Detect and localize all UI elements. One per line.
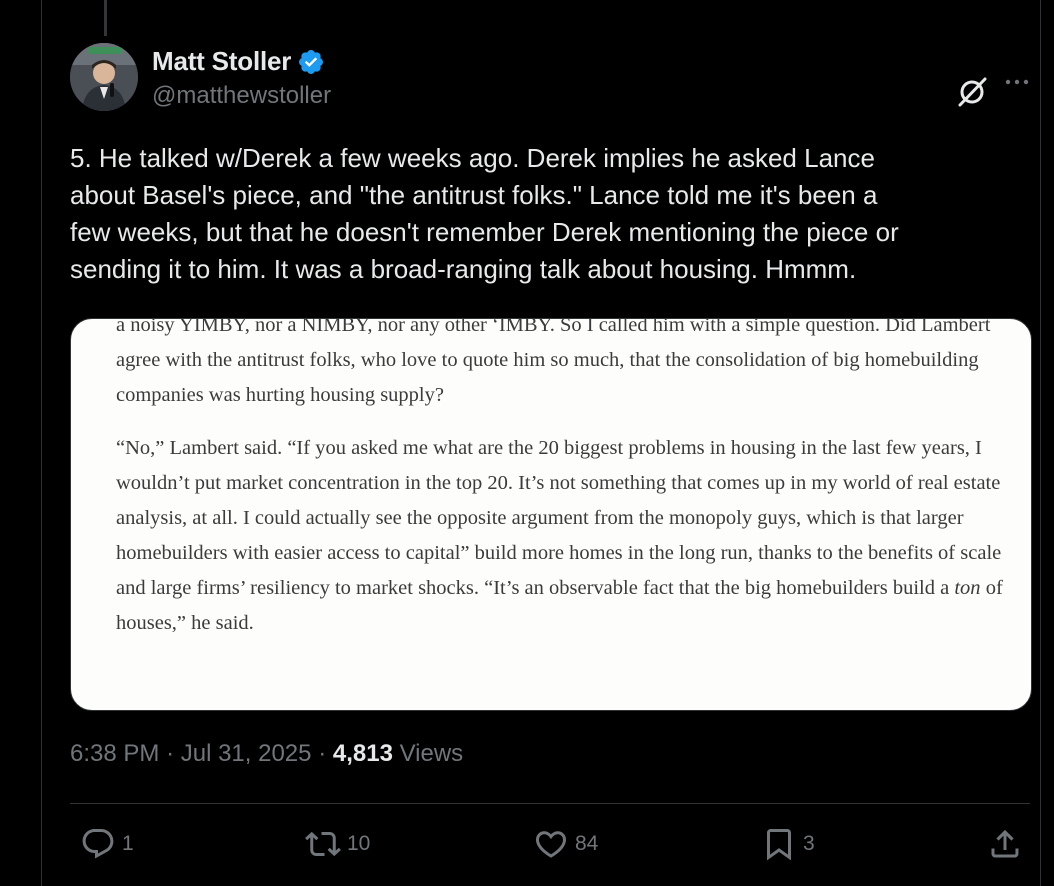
tweet-media-image[interactable]: a noisy YIMBY, nor a NIMBY, nor any othe… [70,318,1032,711]
share-icon [991,829,1019,858]
media-paragraph-2-italic: ton [954,577,981,599]
author-handle[interactable]: @matthewstoller [152,82,331,110]
bookmark-count: 3 [803,832,815,855]
repost-count: 10 [347,832,371,855]
reply-count: 1 [122,832,134,855]
like-button[interactable]: 84 [533,826,598,862]
author-avatar[interactable] [70,43,138,111]
author-display-name[interactable]: Matt Stoller [152,46,291,77]
views-label: Views [399,740,464,767]
avatar-photo [70,43,138,111]
verified-badge-icon[interactable] [297,48,325,76]
repost-icon [305,831,341,857]
grok-icon[interactable] [955,75,989,109]
bookmark-button[interactable]: 3 [761,826,815,862]
tweet-meta: 6:38 PM · Jul 31, 2025 · 4,813 Views [70,740,463,768]
reply-button[interactable]: 1 [80,826,134,862]
media-paragraph-2: “No,” Lambert said. “If you asked me wha… [116,431,1016,641]
tweet-date[interactable]: Jul 31, 2025 [181,740,312,767]
like-count: 84 [575,832,599,855]
tweet-frame: Matt Stoller @matthewstoller 5. He talke… [0,0,1054,886]
author-name-row: Matt Stoller [152,46,325,77]
actions-divider [70,803,1030,804]
timeline-left-border [41,0,42,886]
media-paragraph-1: a noisy YIMBY, nor a NIMBY, nor any othe… [116,318,991,406]
bookmark-icon [767,829,791,861]
tweet-time[interactable]: 6:38 PM [70,740,159,767]
thread-connector-line [104,0,107,36]
reply-icon [82,829,114,859]
repost-button[interactable]: 10 [305,826,370,862]
heart-icon [535,831,567,858]
more-options-icon[interactable] [1002,72,1032,92]
views-count: 4,813 [332,740,393,767]
timeline-right-border [1040,0,1041,886]
media-article-excerpt: a noisy YIMBY, nor a NIMBY, nor any othe… [116,318,1016,641]
meta-separator-2: · [318,740,327,767]
media-paragraph-2-start: “No,” Lambert said. “If you asked me wha… [116,437,1002,599]
share-button[interactable] [987,826,1023,862]
meta-separator: · [166,740,175,767]
tweet-text: 5. He talked w/Derek a few weeks ago. De… [70,143,899,284]
